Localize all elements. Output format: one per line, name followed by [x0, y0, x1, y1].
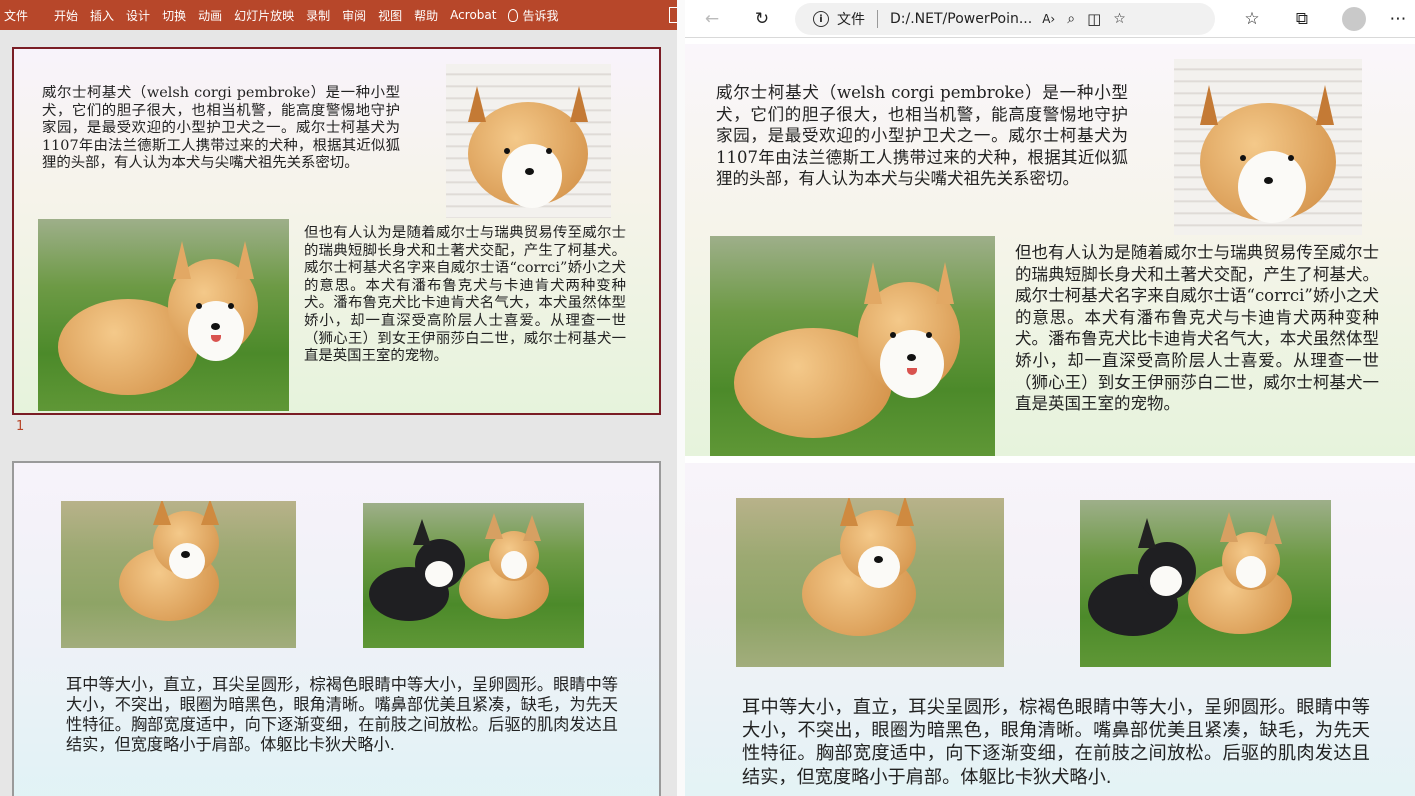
- address-bar[interactable]: i 文件 D:/.NET/PowerPoin... A› ⌕ ◫ ☆: [795, 3, 1215, 35]
- collections-icon[interactable]: ⧉: [1289, 6, 1315, 32]
- tell-me-label: 告诉我: [522, 8, 559, 23]
- slide1-paragraph-1: 威尔士柯基犬（welsh corgi pembroke）是一种小型犬，它们的胆子…: [42, 85, 400, 172]
- tab-record[interactable]: 录制: [306, 7, 342, 24]
- split-screen-icon[interactable]: ◫: [1087, 10, 1101, 28]
- share-icon[interactable]: [669, 7, 677, 23]
- slide-2-thumbnail[interactable]: 耳中等大小，直立，耳尖呈圆形，棕褐色眼睛中等大小，呈卵圆形。眼睛中等大小，不突出…: [12, 461, 661, 796]
- tab-home[interactable]: 开始: [54, 7, 90, 24]
- ribbon-tabs: 文件 开始 插入 设计 切换 动画 幻灯片放映 录制 审阅 视图 帮助 Acro…: [0, 0, 677, 30]
- back-icon[interactable]: ←: [699, 6, 725, 32]
- slide-number: 1: [16, 419, 25, 434]
- more-icon[interactable]: ⋯: [1385, 6, 1411, 32]
- corgi-window-image: [1174, 59, 1362, 235]
- edge-browser-window: ← ↻ i 文件 D:/.NET/PowerPoin... A› ⌕ ◫ ☆ ☆…: [685, 0, 1415, 796]
- tab-file[interactable]: 文件: [0, 7, 40, 24]
- favorite-add-icon[interactable]: ☆: [1113, 11, 1126, 27]
- tab-design[interactable]: 设计: [126, 7, 162, 24]
- window-divider: [677, 0, 685, 796]
- page-section-2: 耳中等大小，直立，耳尖呈圆形，棕褐色眼睛中等大小，呈卵圆形。眼睛中等大小，不突出…: [685, 463, 1415, 796]
- read-aloud-icon[interactable]: A›: [1042, 12, 1055, 26]
- zoom-icon[interactable]: ⌕: [1067, 11, 1075, 27]
- info-icon[interactable]: i: [813, 11, 829, 27]
- tab-help[interactable]: 帮助: [414, 7, 450, 24]
- page-section-1: 威尔士柯基犬（welsh corgi pembroke）是一种小型犬，它们的胆子…: [685, 44, 1415, 456]
- address-url: D:/.NET/PowerPoin...: [890, 11, 1033, 27]
- page-paragraph-2: 但也有人认为是随着威尔士与瑞典贸易传至威尔士的瑞典短脚长身犬和土著犬交配，产生了…: [1015, 243, 1379, 414]
- page-paragraph-1: 威尔士柯基犬（welsh corgi pembroke）是一种小型犬，它们的胆子…: [716, 83, 1128, 189]
- two-corgis-photo: [363, 503, 584, 648]
- browser-toolbar: ← ↻ i 文件 D:/.NET/PowerPoin... A› ⌕ ◫ ☆ ☆…: [685, 0, 1415, 38]
- two-corgis-image: [1080, 500, 1331, 667]
- tab-view[interactable]: 视图: [378, 7, 414, 24]
- tab-review[interactable]: 审阅: [342, 7, 378, 24]
- tab-insert[interactable]: 插入: [90, 7, 126, 24]
- web-page-content: 威尔士柯基犬（welsh corgi pembroke）是一种小型犬，它们的胆子…: [685, 40, 1415, 796]
- lightbulb-icon: [508, 8, 519, 22]
- favorites-icon[interactable]: ☆: [1239, 6, 1265, 32]
- corgi-window-photo: [446, 64, 611, 218]
- tab-slideshow[interactable]: 幻灯片放映: [234, 7, 306, 24]
- slide1-paragraph-2: 但也有人认为是随着威尔士与瑞典贸易传至威尔士的瑞典短脚长身犬和土著犬交配，产生了…: [304, 225, 626, 365]
- tab-acrobat[interactable]: Acrobat: [450, 8, 508, 22]
- corgi-grass-image: [710, 236, 995, 456]
- slide-1-thumbnail[interactable]: 威尔士柯基犬（welsh corgi pembroke）是一种小型犬，它们的胆子…: [12, 47, 661, 415]
- page-paragraph-3: 耳中等大小，直立，耳尖呈圆形，棕褐色眼睛中等大小，呈卵圆形。眼睛中等大小，不突出…: [742, 697, 1370, 788]
- tell-me-search[interactable]: 告诉我: [508, 7, 570, 24]
- profile-icon[interactable]: [1341, 6, 1367, 32]
- refresh-icon[interactable]: ↻: [749, 6, 775, 32]
- corgi-grass-photo: [38, 219, 289, 411]
- address-separator: [877, 10, 878, 28]
- screen: 文件 开始 插入 设计 切换 动画 幻灯片放映 录制 审阅 视图 帮助 Acro…: [0, 0, 1415, 796]
- tab-animations[interactable]: 动画: [198, 7, 234, 24]
- corgi-running-image: [736, 498, 1004, 667]
- slide2-paragraph: 耳中等大小，直立，耳尖呈圆形，棕褐色眼睛中等大小，呈卵圆形。眼睛中等大小，不突出…: [66, 675, 618, 754]
- address-label: 文件: [837, 12, 865, 28]
- corgi-running-photo: [61, 501, 296, 648]
- powerpoint-window: 文件 开始 插入 设计 切换 动画 幻灯片放映 录制 审阅 视图 帮助 Acro…: [0, 0, 677, 796]
- tab-transitions[interactable]: 切换: [162, 7, 198, 24]
